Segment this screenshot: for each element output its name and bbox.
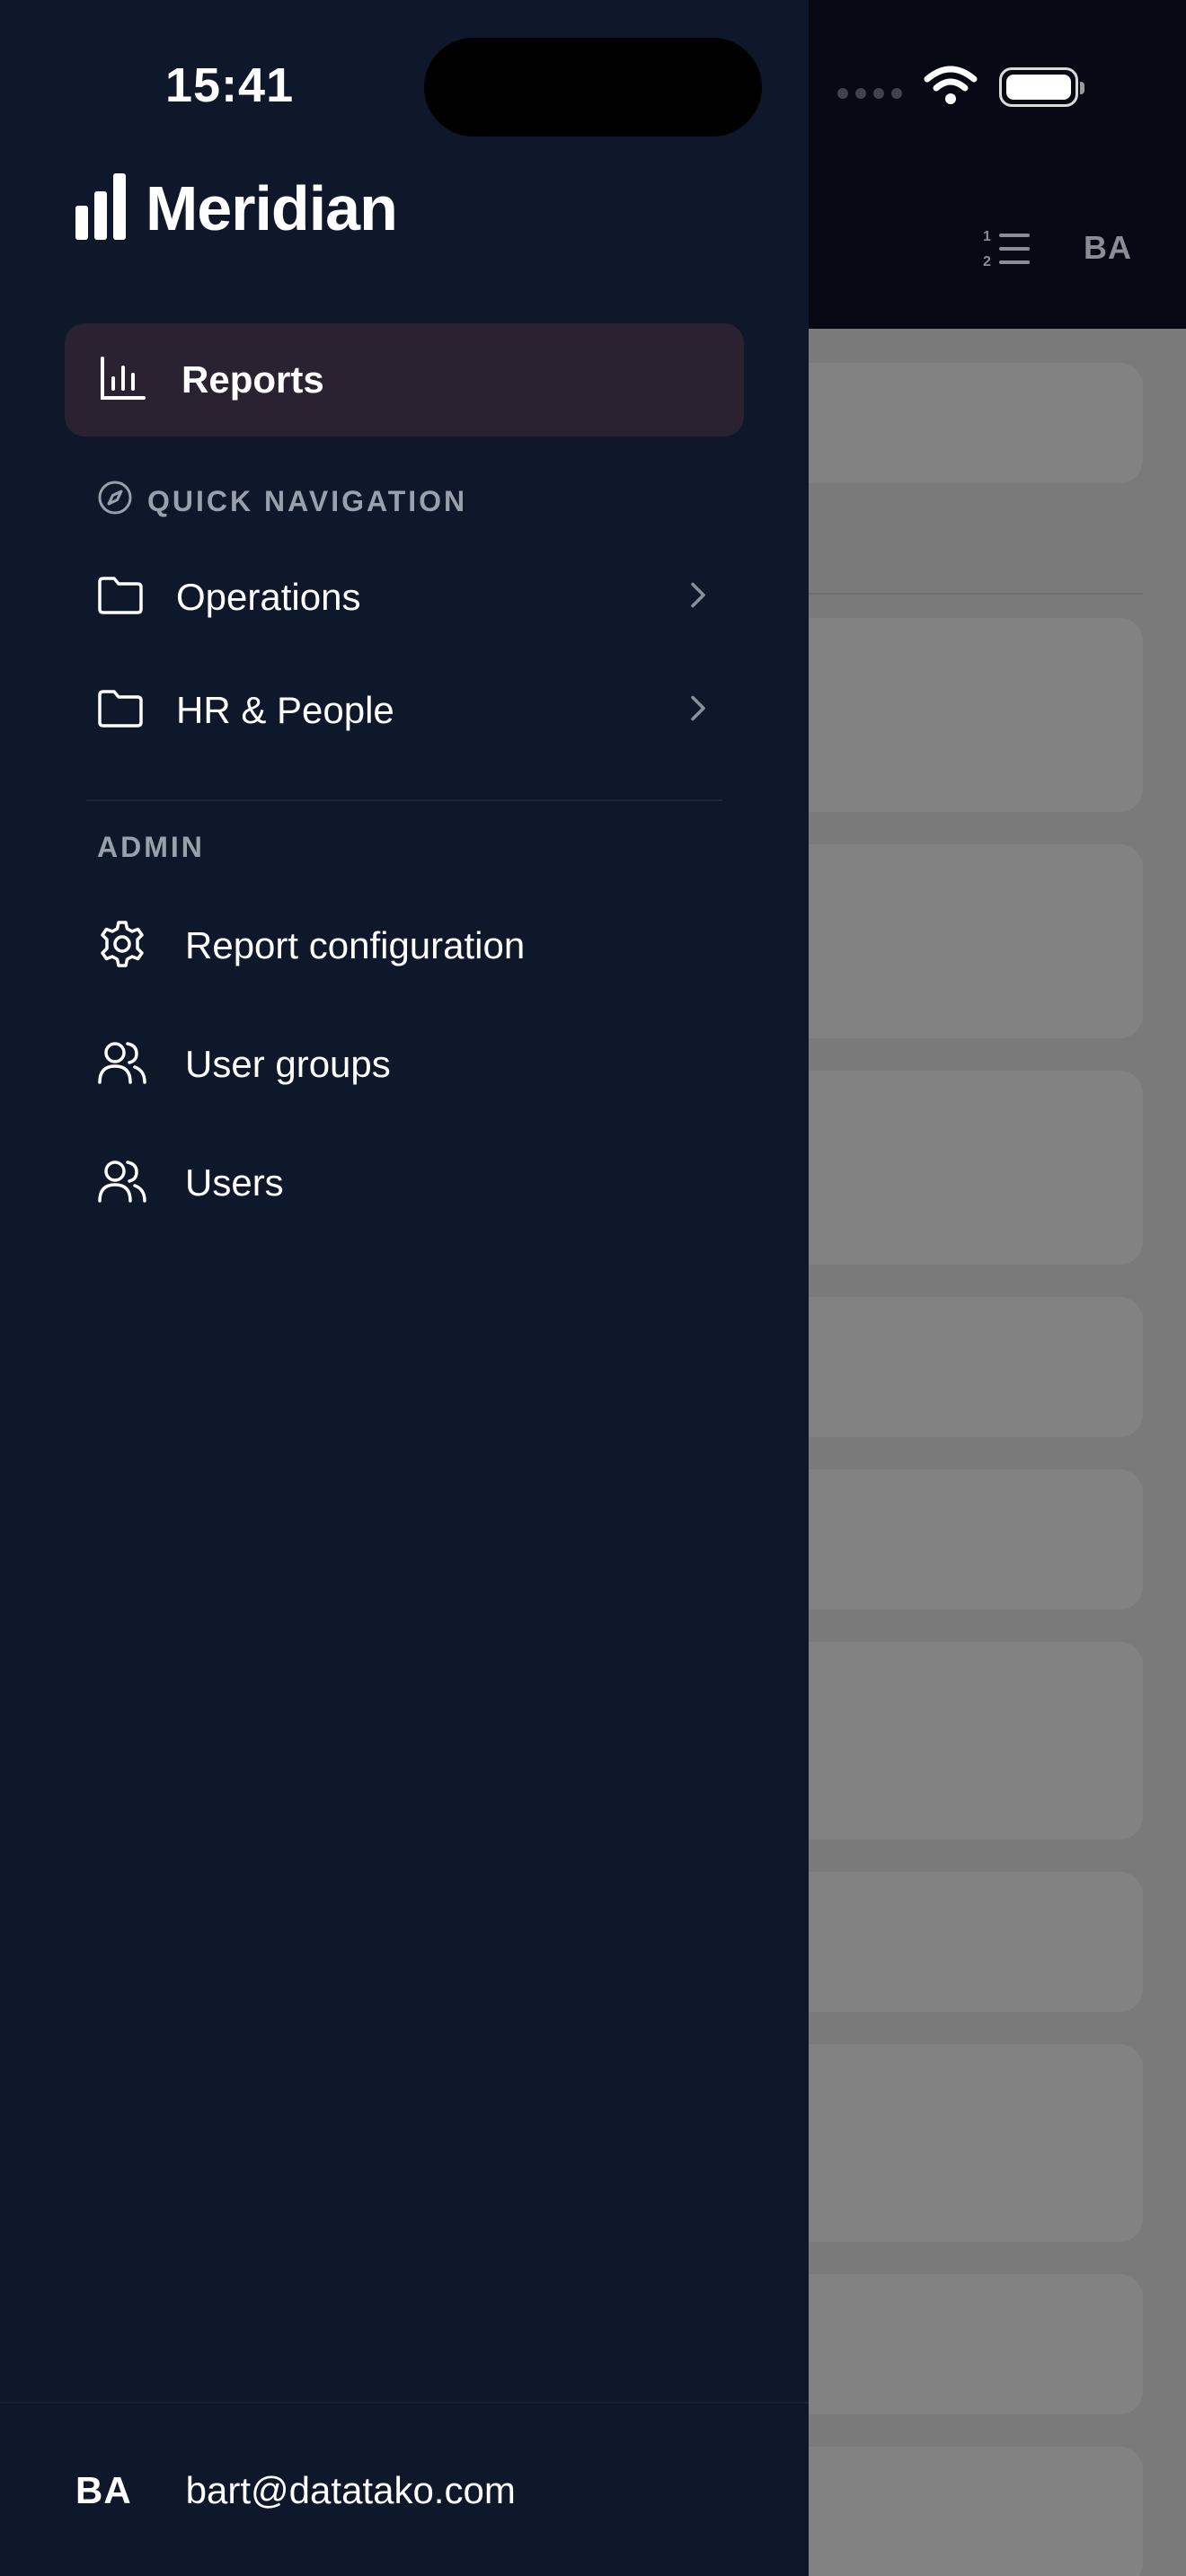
background-toolbar: 1 2 BA <box>983 216 1132 280</box>
folder-icon <box>97 575 144 621</box>
chevron-right-icon <box>688 580 708 615</box>
background-card <box>773 363 1143 483</box>
admin-item-label: Report configuration <box>185 924 526 966</box>
logo-bars-icon <box>74 172 128 244</box>
section-header-label: QUICK NAVIGATION <box>147 484 468 517</box>
bar-chart-icon <box>99 355 146 406</box>
compass-icon <box>97 480 133 523</box>
numbered-list-icon[interactable]: 1 2 <box>983 226 1030 269</box>
background-card <box>773 1071 1143 1265</box>
quick-nav-item-hr-people[interactable]: HR & People <box>97 670 708 751</box>
quick-nav-item-label: Operations <box>176 576 361 618</box>
battery-icon <box>999 67 1084 107</box>
section-header-quick-navigation: QUICK NAVIGATION <box>97 479 467 524</box>
footer-divider <box>0 2402 809 2404</box>
background-card <box>773 1642 1143 1839</box>
quick-nav-item-operations[interactable]: Operations <box>97 557 708 638</box>
background-card <box>773 844 1143 1038</box>
background-divider <box>773 593 1143 595</box>
dynamic-island <box>424 38 762 137</box>
account-email: bart@datatako.com <box>185 2469 516 2511</box>
avatar: BA <box>75 2469 132 2511</box>
admin-item-users[interactable]: Users <box>97 1142 726 1223</box>
status-time: 15:41 <box>165 58 295 112</box>
folder-icon <box>97 688 144 734</box>
background-card <box>773 2447 1143 2576</box>
background-card <box>773 1872 1143 2012</box>
background-card <box>773 2044 1143 2242</box>
admin-item-report-configuration[interactable]: Report configuration <box>97 905 726 986</box>
users-icon <box>97 1039 147 1090</box>
section-header-admin: ADMIN <box>97 825 205 869</box>
background-card <box>773 2274 1143 2414</box>
quick-nav-item-label: HR & People <box>176 689 394 731</box>
brand-name: Meridian <box>146 173 398 243</box>
background-card <box>773 1297 1143 1437</box>
brand-logo[interactable]: Meridian <box>74 171 398 246</box>
cellular-signal-icon <box>837 88 902 99</box>
svg-text:2: 2 <box>983 254 991 269</box>
nav-item-reports[interactable]: Reports <box>65 323 744 437</box>
nav-item-label: Reports <box>181 358 324 401</box>
background-card <box>773 618 1143 812</box>
status-indicators <box>837 65 1084 110</box>
admin-item-label: Users <box>185 1161 284 1204</box>
gear-icon <box>97 919 147 974</box>
svg-text:1: 1 <box>983 229 991 244</box>
navigation-drawer: 15:41 Meridian Reports QUICK NAVIGATION … <box>0 0 809 2576</box>
avatar[interactable]: BA <box>1084 229 1132 267</box>
section-header-label: ADMIN <box>97 830 205 863</box>
users-icon <box>97 1158 147 1209</box>
background-card <box>773 1469 1143 1610</box>
admin-item-user-groups[interactable]: User groups <box>97 1024 726 1105</box>
wifi-icon <box>924 65 978 110</box>
account-footer[interactable]: BA bart@datatako.com <box>75 2459 516 2522</box>
chevron-right-icon <box>688 693 708 728</box>
admin-item-label: User groups <box>185 1043 391 1085</box>
divider <box>86 799 722 801</box>
